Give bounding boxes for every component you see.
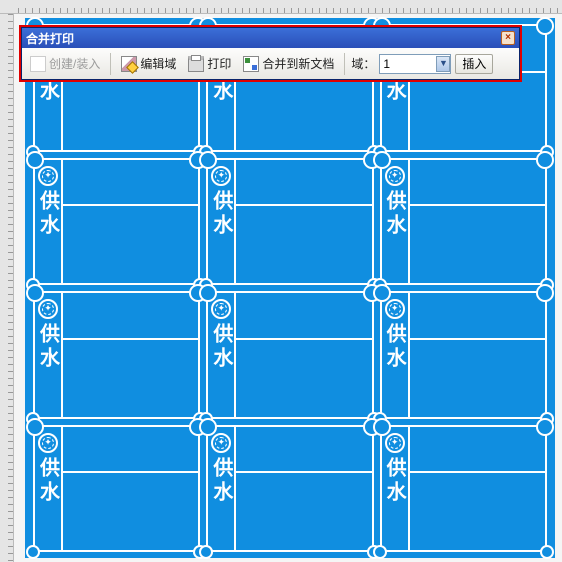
label-card: 供水 xyxy=(206,425,373,553)
insert-label: 插入 xyxy=(462,57,486,71)
water-logo-icon xyxy=(385,433,405,453)
field-select[interactable]: 1 ▼ xyxy=(379,54,451,74)
card-label: 供水 xyxy=(380,190,409,278)
water-logo-icon xyxy=(38,166,58,186)
label-card: 供水 xyxy=(380,158,547,286)
separator xyxy=(110,53,111,75)
dialog-titlebar[interactable]: 合并打印 × xyxy=(22,28,519,48)
card-label: 供水 xyxy=(207,190,236,278)
new-doc-icon xyxy=(30,56,46,72)
edit-field-button[interactable]: 编辑域 xyxy=(117,53,180,74)
label-card: 供水 xyxy=(206,158,373,286)
merge-print-dialog: 合并打印 × 创建/装入 编辑域 打印 合并到新文档 域： 1 ▼ 插入 xyxy=(21,27,520,80)
water-logo-icon xyxy=(385,166,405,186)
close-button[interactable]: × xyxy=(501,31,515,45)
card-label: 供水 xyxy=(34,457,63,545)
field-select-value: 1 xyxy=(383,57,390,71)
dialog-toolbar: 创建/装入 编辑域 打印 合并到新文档 域： 1 ▼ 插入 xyxy=(22,48,519,79)
water-logo-icon xyxy=(211,166,231,186)
label-card: 供水 xyxy=(33,158,200,286)
print-button[interactable]: 打印 xyxy=(184,53,235,74)
card-label: 供水 xyxy=(207,323,236,411)
print-icon xyxy=(188,56,204,72)
dialog-title: 合并打印 xyxy=(26,30,74,47)
card-label: 供水 xyxy=(34,190,63,278)
insert-button[interactable]: 插入 xyxy=(455,54,493,74)
label-grid: 供水 供水 供水 供水 供水 供水 供水 供水 供水 供水 供水 供水 xyxy=(33,24,547,552)
edit-field-label: 编辑域 xyxy=(140,55,176,72)
label-card: 供水 xyxy=(380,425,547,553)
field-label: 域： xyxy=(351,55,375,72)
card-label: 供水 xyxy=(380,457,409,545)
water-logo-icon xyxy=(385,299,405,319)
label-card: 供水 xyxy=(380,291,547,419)
label-card: 供水 xyxy=(33,291,200,419)
merge-newdoc-button[interactable]: 合并到新文档 xyxy=(239,53,338,74)
label-card: 供水 xyxy=(206,291,373,419)
edit-icon xyxy=(121,56,137,72)
merge-icon xyxy=(243,56,259,72)
left-ruler xyxy=(0,14,14,562)
card-label: 供水 xyxy=(207,457,236,545)
card-field-bottom xyxy=(63,73,198,150)
label-card: 供水 xyxy=(33,425,200,553)
water-logo-icon xyxy=(38,433,58,453)
merge-newdoc-label: 合并到新文档 xyxy=(262,55,334,72)
water-logo-icon xyxy=(211,299,231,319)
card-label: 供水 xyxy=(380,323,409,411)
separator xyxy=(344,53,345,75)
print-label: 打印 xyxy=(207,55,231,72)
top-ruler xyxy=(0,0,562,14)
chevron-down-icon[interactable]: ▼ xyxy=(436,56,450,72)
document-canvas: 供水 供水 供水 供水 供水 供水 供水 供水 供水 供水 供水 供水 xyxy=(25,18,555,558)
create-load-label: 创建/装入 xyxy=(49,55,100,72)
create-load-button: 创建/装入 xyxy=(26,53,104,74)
water-logo-icon xyxy=(211,433,231,453)
water-logo-icon xyxy=(38,299,58,319)
card-label: 供水 xyxy=(34,323,63,411)
